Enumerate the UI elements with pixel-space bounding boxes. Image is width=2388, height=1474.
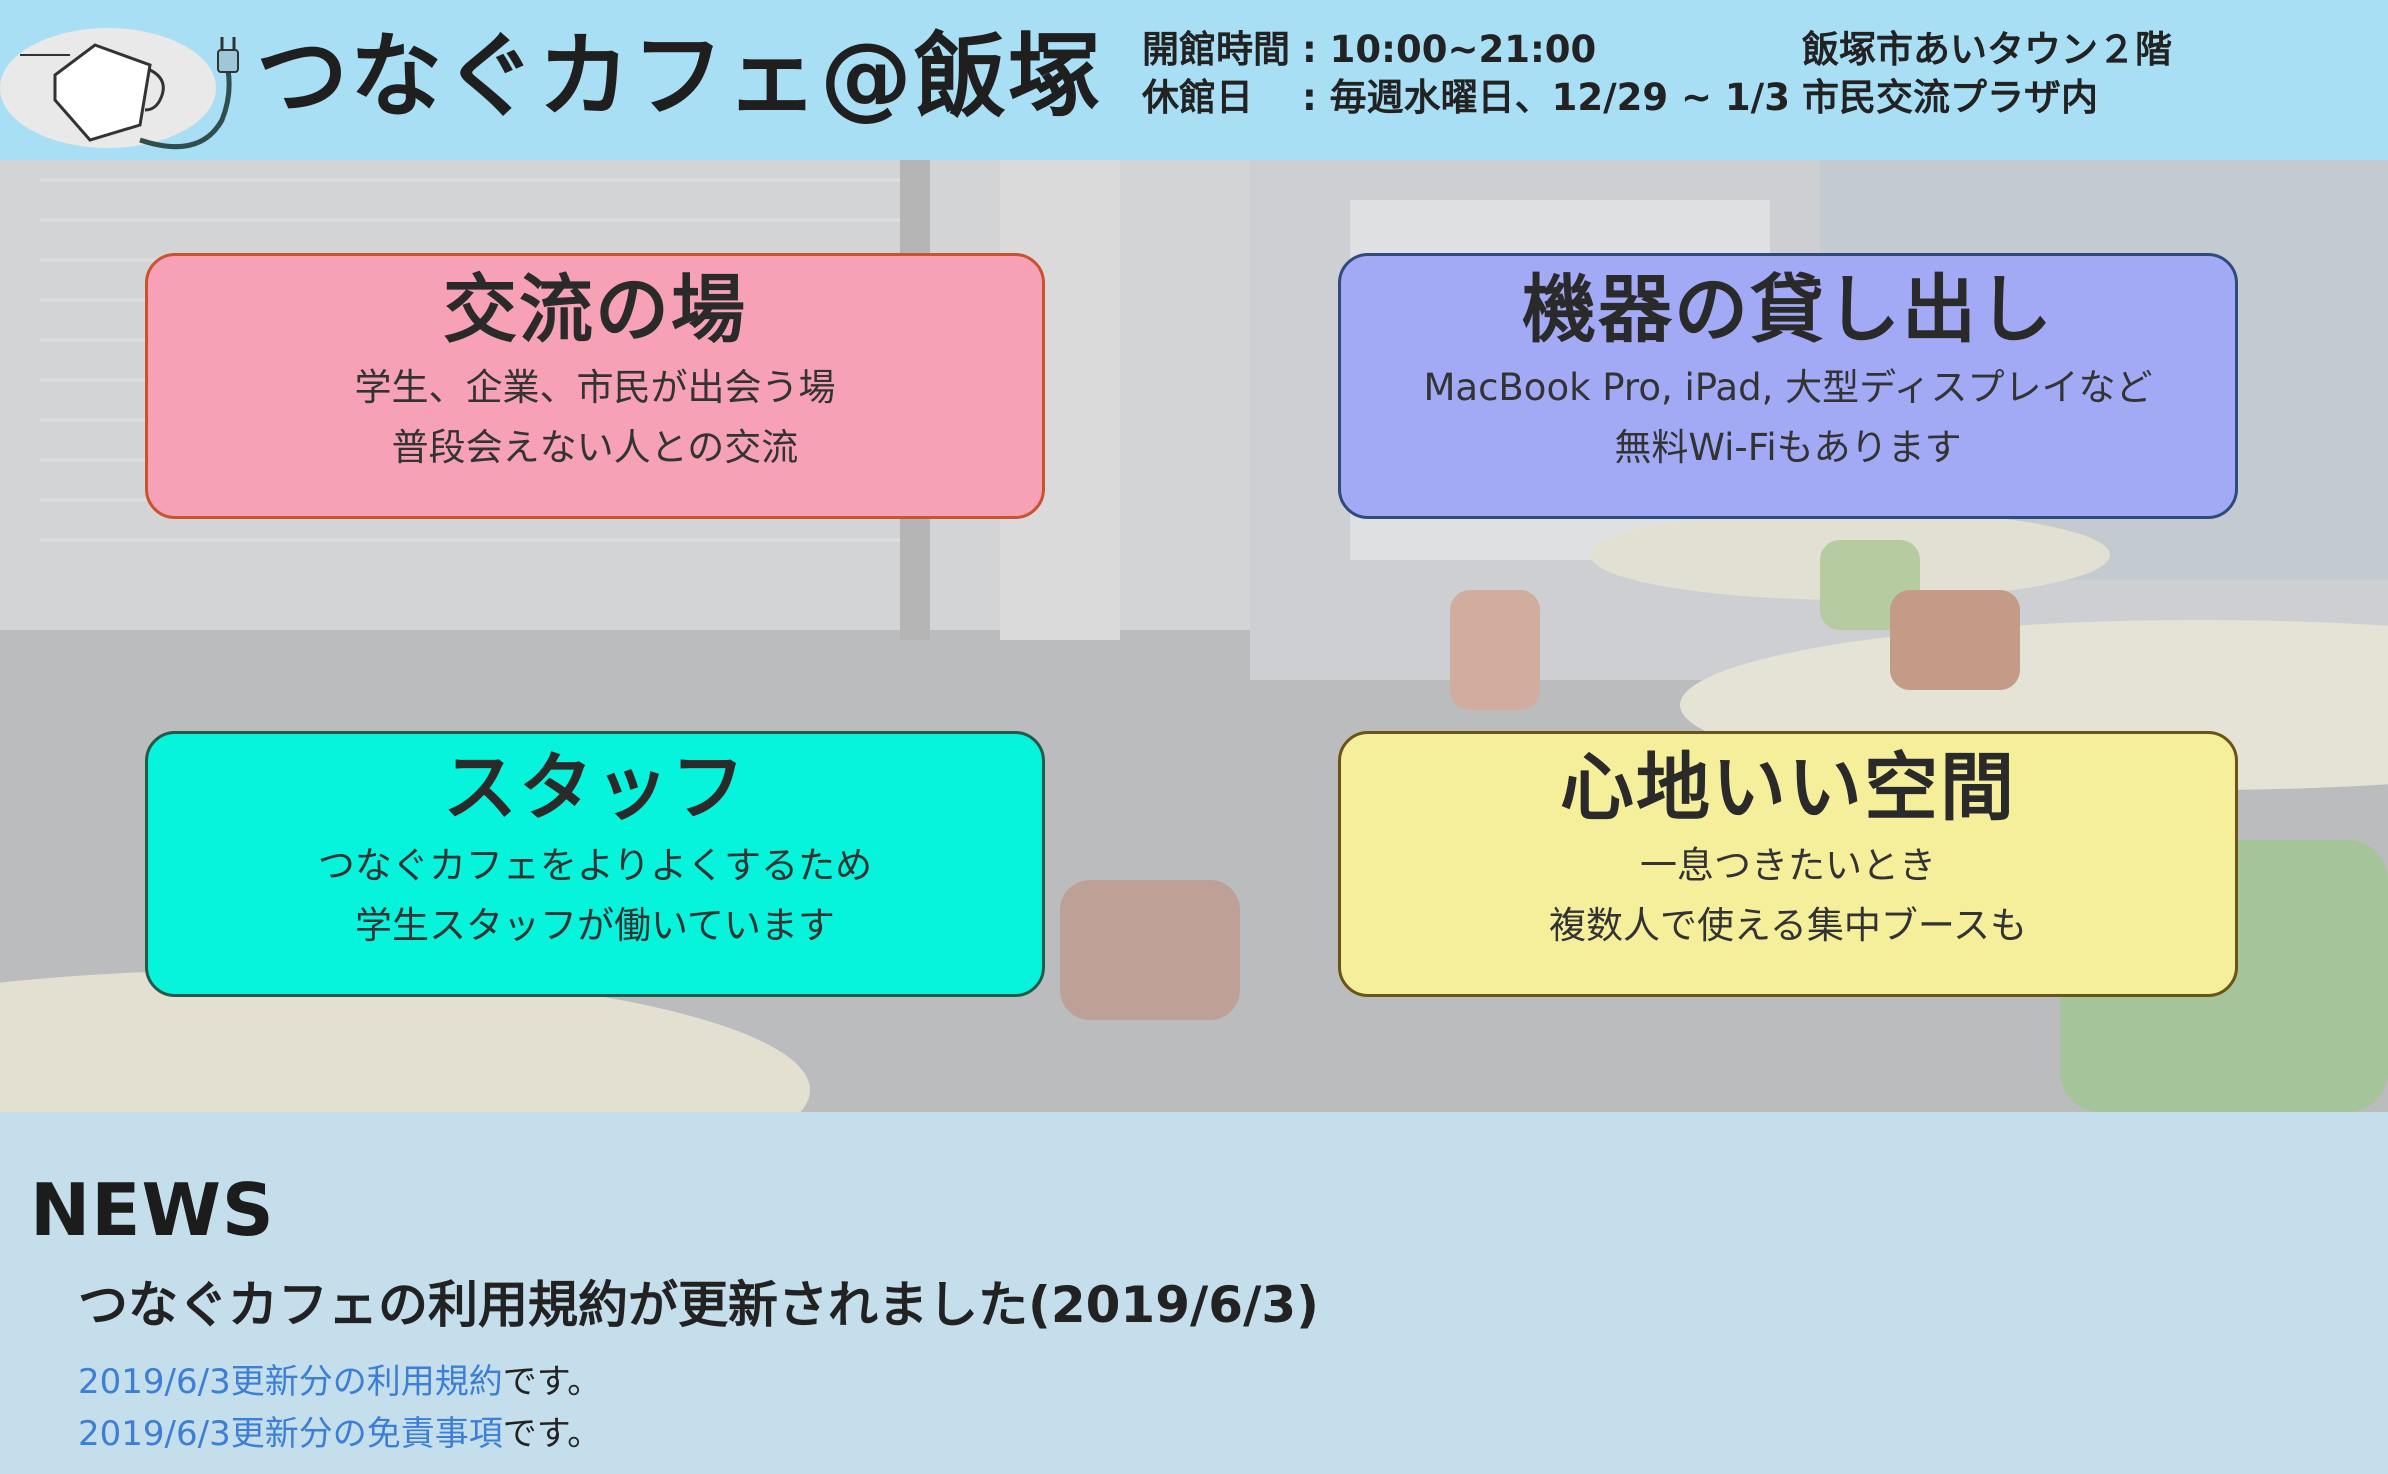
closed-value: : 毎週水曜日、12/29 ~ 1/3 [1302, 76, 1790, 119]
feature-desc-line-2: 学生スタッフが働いています [355, 904, 835, 947]
feature-desc-line-2: 普段会えない人との交流 [391, 426, 799, 469]
opening-info: 開館時間 : 10:00~21:00 休館日 : 毎週水曜日、12/29 ~ 1… [1142, 26, 1790, 122]
feature-desc-line-2: 複数人で使える集中ブースも [1548, 904, 2028, 947]
coffee-cup-plug-logo-icon[interactable] [0, 25, 246, 151]
feature-title: 交流の場 [443, 267, 747, 353]
hours-row: 開館時間 : 10:00~21:00 [1142, 26, 1790, 74]
hours-value: : 10:00~21:00 [1302, 28, 1597, 71]
address-line-1: 飯塚市あいタウン２階 [1802, 28, 2172, 71]
feature-desc-line-2: 無料Wi-Fiもあります [1614, 426, 1962, 469]
news-line-terms: 2019/6/3更新分の利用規約です。 [78, 1358, 601, 1406]
feature-desc-line-1: MacBook Pro, iPad, 大型ディスプレイなど [1423, 366, 2153, 409]
news-line-suffix: です。 [502, 1414, 602, 1454]
feature-desc-line-1: 学生、企業、市民が出会う場 [354, 366, 836, 409]
news-item-title: つなぐカフェの利用規約が更新されました(2019/6/3) [78, 1276, 1319, 1334]
feature-desc-line-1: 一息つきたいとき [1640, 844, 1936, 887]
closed-label: 休館日 [1142, 76, 1253, 119]
news-heading: NEWS [30, 1168, 275, 1252]
feature-card-exchange[interactable]: 交流の場 学生、企業、市民が出会う場 普段会えない人との交流 [145, 253, 1045, 519]
hero-section: 交流の場 学生、企業、市民が出会う場 普段会えない人との交流 機器の貸し出し M… [0, 160, 2388, 1112]
feature-title: 機器の貸し出し [1522, 267, 2054, 353]
feature-desc-line-1: つなぐカフェをよりよくするため [317, 844, 873, 887]
address: 飯塚市あいタウン２階 市民交流プラザ内 [1802, 26, 2172, 122]
disclaimer-link[interactable]: 2019/6/3更新分の免責事項 [78, 1414, 503, 1454]
feature-card-space[interactable]: 心地いい空間 一息つきたいとき 複数人で使える集中ブースも [1338, 731, 2238, 997]
feature-card-staff[interactable]: スタッフ つなぐカフェをよりよくするため 学生スタッフが働いています [145, 731, 1045, 997]
site-header: つなぐカフェ@飯塚 開館時間 : 10:00~21:00 休館日 : 毎週水曜日… [0, 0, 2388, 160]
feature-title: スタッフ [443, 745, 747, 831]
site-title[interactable]: つなぐカフェ@飯塚 [256, 22, 1102, 132]
feature-card-equipment[interactable]: 機器の貸し出し MacBook Pro, iPad, 大型ディスプレイなど 無料… [1338, 253, 2238, 519]
terms-link[interactable]: 2019/6/3更新分の利用規約 [78, 1362, 503, 1402]
closed-row: 休館日 : 毎週水曜日、12/29 ~ 1/3 [1142, 74, 1790, 122]
feature-title: 心地いい空間 [1560, 745, 2016, 831]
address-line-2: 市民交流プラザ内 [1802, 76, 2098, 119]
hours-label: 開館時間 [1142, 28, 1290, 71]
news-line-disclaimer: 2019/6/3更新分の免責事項です。 [78, 1410, 601, 1458]
news-line-suffix: です。 [502, 1362, 602, 1402]
